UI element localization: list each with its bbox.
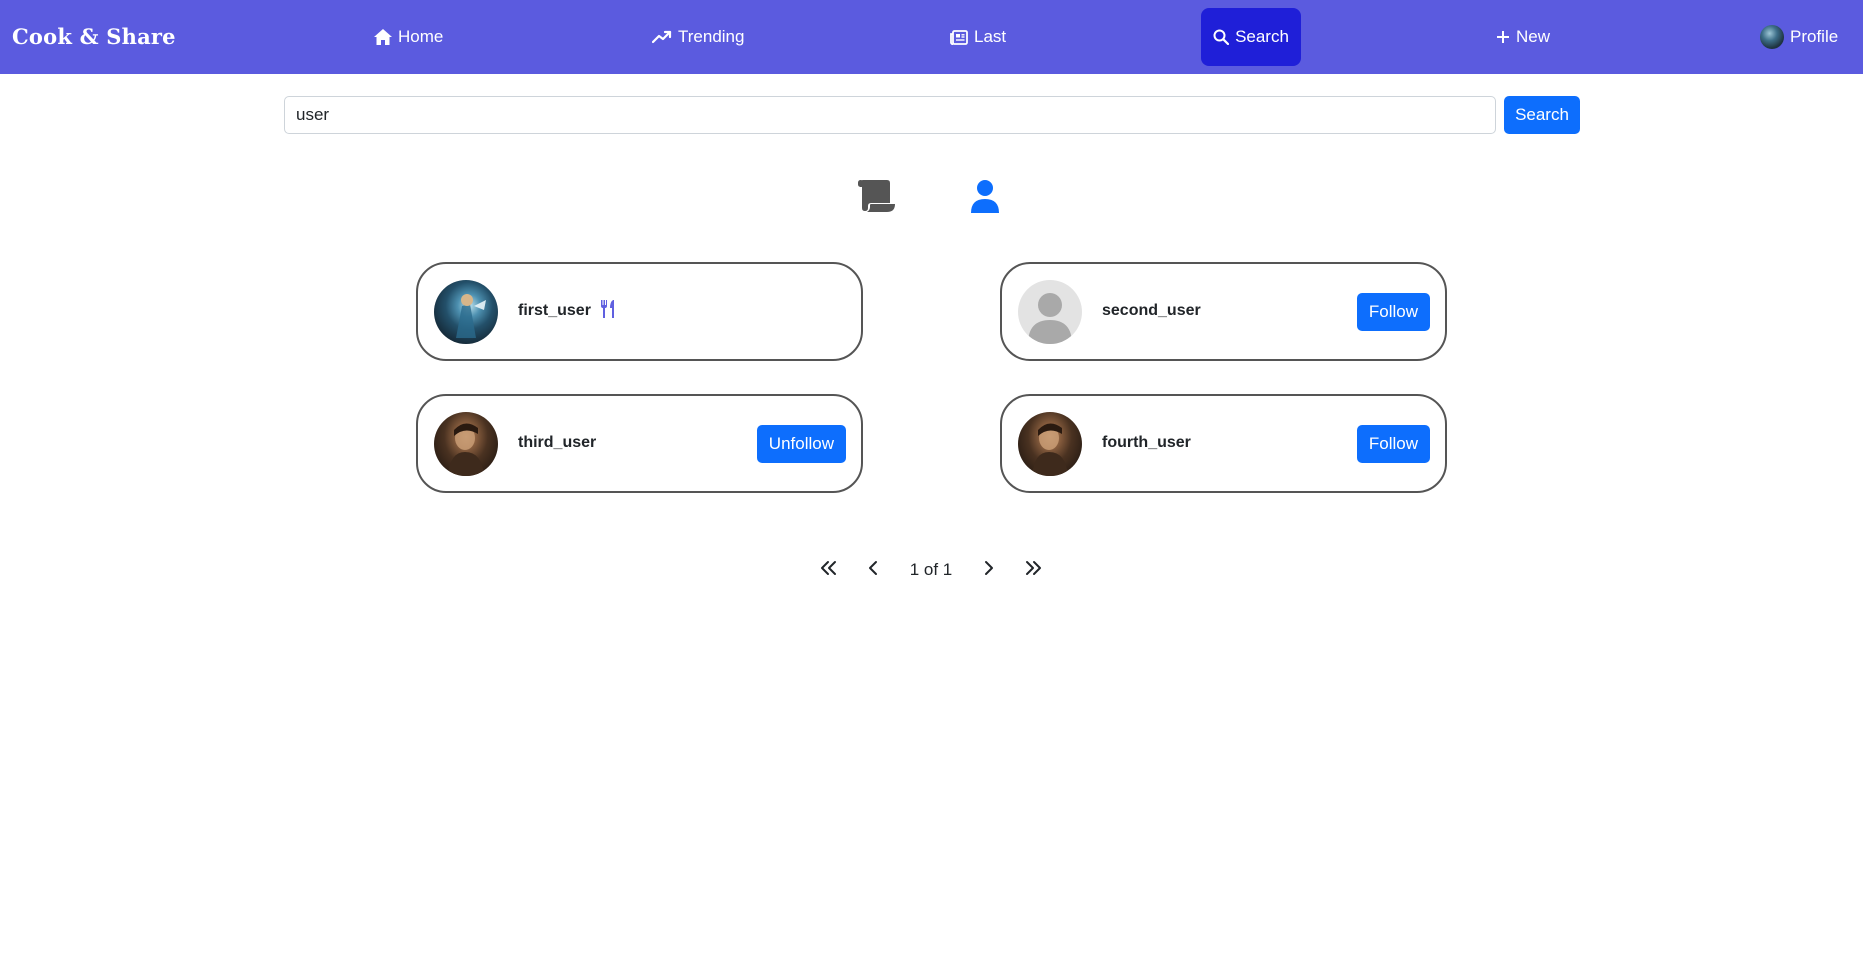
- next-page-button[interactable]: [978, 556, 1000, 584]
- nav-search-label: Search: [1235, 27, 1289, 46]
- chevron-left-icon: [867, 560, 879, 581]
- chevron-right-icon: [983, 560, 995, 581]
- user-icon: [970, 179, 1000, 218]
- username[interactable]: fourth_user: [1102, 434, 1191, 452]
- user-avatar: [1018, 412, 1082, 476]
- last-page-button[interactable]: [1020, 556, 1046, 584]
- nav-profile[interactable]: Profile: [1760, 8, 1838, 66]
- chevrons-left-icon: [820, 560, 838, 581]
- nav-trending[interactable]: Trending: [652, 8, 744, 66]
- newspaper-icon: [950, 29, 968, 45]
- nav-home-label: Home: [398, 27, 444, 46]
- user-avatar: [434, 280, 498, 344]
- follow-button[interactable]: Follow: [1356, 425, 1430, 463]
- nav-trending-label: Trending: [678, 27, 745, 46]
- scroll-icon: [857, 179, 897, 218]
- user-card[interactable]: first_user: [416, 262, 863, 361]
- prev-page-button[interactable]: [862, 556, 884, 584]
- trending-up-icon: [652, 30, 672, 44]
- nav-search[interactable]: Search: [1201, 8, 1301, 66]
- nav-home[interactable]: Home: [374, 8, 443, 66]
- home-icon: [374, 29, 392, 45]
- nav-new[interactable]: New: [1496, 8, 1550, 66]
- user-avatar: [1018, 280, 1082, 344]
- username[interactable]: second_user: [1102, 302, 1201, 320]
- username[interactable]: third_user: [518, 434, 596, 452]
- nav-new-label: New: [1516, 27, 1551, 46]
- username[interactable]: first_user: [518, 302, 591, 320]
- navbar: Cook & Share Home Trending Last Search N…: [0, 0, 1863, 74]
- first-page-button[interactable]: [816, 556, 842, 584]
- user-card[interactable]: third_user Unfollow: [416, 394, 863, 493]
- unfollow-button[interactable]: Unfollow: [756, 425, 846, 463]
- nav-last[interactable]: Last: [950, 8, 1006, 66]
- user-avatar: [434, 412, 498, 476]
- brand-logo[interactable]: Cook & Share: [12, 24, 176, 49]
- chevrons-right-icon: [1024, 560, 1042, 581]
- profile-avatar: [1760, 25, 1784, 49]
- user-card[interactable]: second_user Follow: [1000, 262, 1447, 361]
- toggle-users[interactable]: [963, 178, 1007, 218]
- user-card[interactable]: fourth_user Follow: [1000, 394, 1447, 493]
- toggle-recipes[interactable]: [855, 178, 899, 218]
- plus-icon: [1496, 30, 1510, 44]
- page-indicator: 1 of 1: [909, 560, 953, 579]
- follow-button[interactable]: Follow: [1356, 293, 1430, 331]
- search-icon: [1213, 29, 1230, 45]
- nav-profile-label: Profile: [1790, 27, 1839, 46]
- search-button[interactable]: Search: [1504, 96, 1580, 134]
- nav-last-label: Last: [974, 27, 1007, 46]
- search-input[interactable]: [284, 96, 1496, 134]
- utensils-icon: [600, 300, 616, 323]
